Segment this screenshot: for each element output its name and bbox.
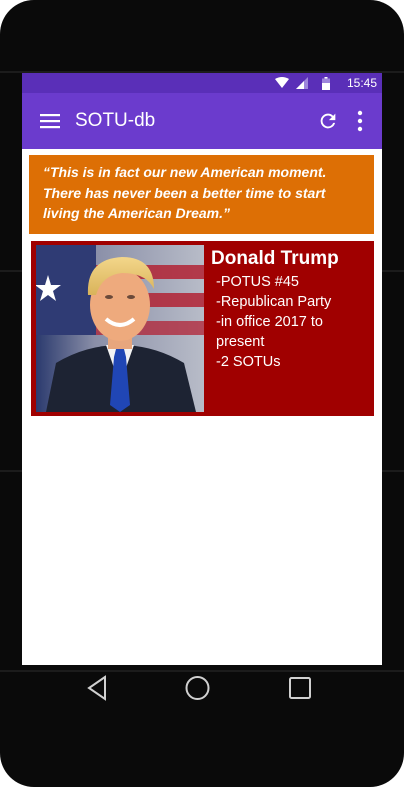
wifi-icon: [275, 77, 289, 88]
home-icon[interactable]: [185, 675, 210, 701]
president-detail: -Republican Party: [216, 294, 332, 310]
cell-signal-icon: [296, 77, 308, 89]
app-screen: 15:45 SOTU-db “This is in fact our new A…: [22, 73, 382, 665]
president-detail: -2 SOTUs: [216, 354, 281, 370]
device-frame: 15:45 SOTU-db “This is in fact our new A…: [0, 0, 404, 787]
quote-text: “This is in fact our new American moment…: [43, 164, 327, 221]
president-info: Donald Trump -POTUS #45 -Republican Part…: [211, 248, 371, 372]
more-vert-icon[interactable]: [356, 110, 364, 132]
recents-icon[interactable]: [288, 675, 312, 701]
battery-icon: [322, 77, 330, 90]
president-detail: -POTUS #45: [216, 274, 299, 290]
president-portrait: [36, 245, 204, 412]
president-name: Donald Trump: [211, 248, 339, 269]
status-time: 15:45: [346, 76, 377, 90]
president-card[interactable]: Donald Trump -POTUS #45 -Republican Part…: [31, 241, 374, 416]
system-nav-bar: [0, 665, 404, 713]
back-icon[interactable]: [86, 675, 108, 701]
app-toolbar: SOTU-db: [22, 93, 382, 149]
sotu-quote-card: “This is in fact our new American moment…: [29, 155, 374, 234]
status-bar: 15:45: [22, 73, 382, 93]
menu-icon[interactable]: [40, 112, 62, 130]
president-detail: -in office 2017 to present: [216, 314, 323, 350]
app-title: SOTU-db: [75, 110, 156, 131]
refresh-icon[interactable]: [317, 110, 339, 132]
